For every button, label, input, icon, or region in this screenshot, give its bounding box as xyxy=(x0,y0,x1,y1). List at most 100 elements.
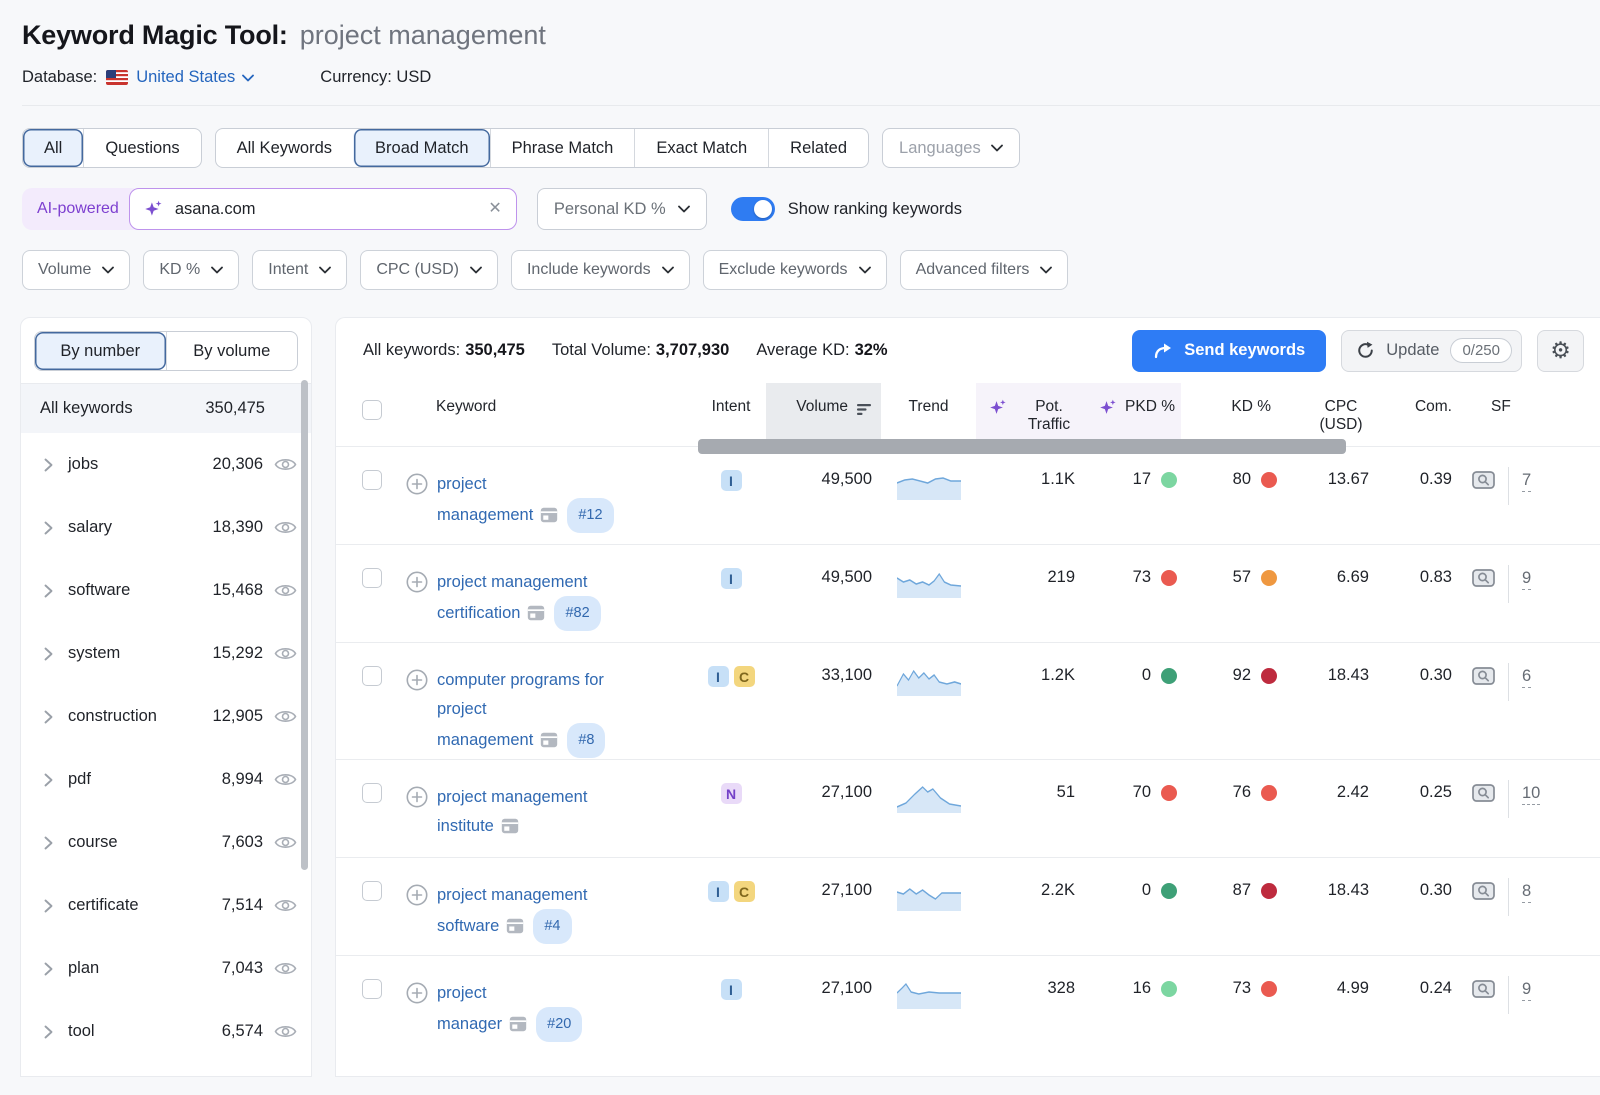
eye-icon[interactable] xyxy=(274,960,297,977)
keyword-link[interactable]: projectmanagement xyxy=(437,475,533,524)
sidebar-group-certificate[interactable]: certificate7,514 xyxy=(21,874,311,937)
rank-badge[interactable]: #12 xyxy=(567,498,613,533)
keyword-serp-icon[interactable] xyxy=(501,820,519,838)
pkd-value: 17 xyxy=(1133,470,1151,489)
col-kd[interactable]: KD % xyxy=(1181,383,1281,446)
stat-average-kd: Average KD:32% xyxy=(756,341,887,360)
row-checkbox[interactable] xyxy=(362,470,382,490)
col-keyword[interactable]: Keyword xyxy=(406,383,696,446)
keyword-serp-icon[interactable] xyxy=(527,607,545,625)
sidebar-group-software[interactable]: software15,468 xyxy=(21,559,311,622)
horizontal-scrollbar[interactable] xyxy=(698,439,1346,454)
serp-features-icon[interactable] xyxy=(1472,569,1495,588)
filter-advanced-filters[interactable]: Advanced filters xyxy=(900,250,1069,290)
add-keyword-icon[interactable] xyxy=(406,669,428,759)
sidebar-sort-by-number[interactable]: By number xyxy=(35,332,166,370)
rank-badge[interactable]: #82 xyxy=(554,596,600,631)
eye-icon[interactable] xyxy=(274,1023,297,1040)
eye-icon[interactable] xyxy=(274,771,297,788)
sidebar-group-jobs[interactable]: jobs20,306 xyxy=(21,433,311,496)
eye-icon[interactable] xyxy=(274,456,297,473)
sf-value[interactable]: 7 xyxy=(1522,470,1531,492)
add-keyword-icon[interactable] xyxy=(406,571,428,642)
tab-exact-match[interactable]: Exact Match xyxy=(634,129,768,167)
col-cpc[interactable]: CPC (USD) xyxy=(1281,383,1381,446)
row-checkbox[interactable] xyxy=(362,881,382,901)
row-checkbox[interactable] xyxy=(362,568,382,588)
filter-kd[interactable]: KD % xyxy=(143,250,239,290)
sidebar-group-salary[interactable]: salary18,390 xyxy=(21,496,311,559)
col-pkd[interactable]: PKD % xyxy=(1081,383,1181,446)
sidebar-scrollbar[interactable] xyxy=(301,380,308,870)
show-ranking-keywords-toggle[interactable] xyxy=(731,197,775,221)
row-checkbox[interactable] xyxy=(362,783,382,803)
keyword-serp-icon[interactable] xyxy=(509,1018,527,1036)
rank-badge[interactable]: #20 xyxy=(536,1007,582,1042)
sf-value[interactable]: 8 xyxy=(1522,881,1531,903)
pkd-cell: 0 xyxy=(1081,858,1181,955)
domain-search-input[interactable]: asana.com ✕ xyxy=(129,188,517,230)
sf-value[interactable]: 9 xyxy=(1522,979,1531,1001)
serp-features-icon[interactable] xyxy=(1472,471,1495,490)
serp-features-icon[interactable] xyxy=(1472,667,1495,686)
tab-questions[interactable]: Questions xyxy=(83,129,200,167)
col-trend[interactable]: Trend xyxy=(881,383,976,446)
eye-icon[interactable] xyxy=(274,645,297,662)
all-keywords-row[interactable]: All keywords 350,475 xyxy=(21,383,311,433)
tab-broad-match[interactable]: Broad Match xyxy=(353,129,490,167)
filter-intent[interactable]: Intent xyxy=(252,250,347,290)
sidebar-group-pdf[interactable]: pdf8,994 xyxy=(21,748,311,811)
add-keyword-icon[interactable] xyxy=(406,982,428,1053)
filter-include-keywords[interactable]: Include keywords xyxy=(511,250,690,290)
col-volume[interactable]: Volume xyxy=(766,383,881,446)
serp-features-icon[interactable] xyxy=(1472,882,1495,901)
database-selector[interactable]: United States xyxy=(136,68,254,87)
col-sf[interactable]: SF xyxy=(1459,383,1600,446)
filter-volume[interactable]: Volume xyxy=(22,250,130,290)
tab-related[interactable]: Related xyxy=(768,129,868,167)
row-checkbox[interactable] xyxy=(362,979,382,999)
eye-icon[interactable] xyxy=(274,834,297,851)
add-keyword-icon[interactable] xyxy=(406,473,428,544)
keyword-serp-icon[interactable] xyxy=(540,509,558,527)
filter-exclude-keywords[interactable]: Exclude keywords xyxy=(703,250,887,290)
personal-kd-dropdown[interactable]: Personal KD % xyxy=(537,188,707,230)
select-all-checkbox[interactable] xyxy=(362,400,382,420)
col-intent[interactable]: Intent xyxy=(696,383,766,446)
sf-value[interactable]: 6 xyxy=(1522,666,1531,688)
keyword-serp-icon[interactable] xyxy=(506,920,524,938)
table-row: project managementsoftware#4 IC 27,100 2… xyxy=(336,857,1600,955)
serp-features-icon[interactable] xyxy=(1472,784,1495,803)
row-checkbox[interactable] xyxy=(362,666,382,686)
clear-search-icon[interactable]: ✕ xyxy=(488,201,501,217)
rank-badge[interactable]: #8 xyxy=(567,723,605,758)
eye-icon[interactable] xyxy=(274,519,297,536)
eye-icon[interactable] xyxy=(274,708,297,725)
tab-all[interactable]: All xyxy=(23,129,83,167)
tab-phrase-match[interactable]: Phrase Match xyxy=(490,129,635,167)
eye-icon[interactable] xyxy=(274,897,297,914)
rank-badge[interactable]: #4 xyxy=(533,909,571,944)
tab-all-keywords[interactable]: All Keywords xyxy=(216,129,353,167)
sidebar-group-plan[interactable]: plan7,043 xyxy=(21,937,311,1000)
sf-value[interactable]: 10 xyxy=(1522,783,1540,805)
col-pot-traffic[interactable]: Pot. Traffic xyxy=(976,383,1081,446)
keyword-serp-icon[interactable] xyxy=(540,734,558,752)
send-keywords-button[interactable]: Send keywords xyxy=(1132,330,1326,372)
table-settings-button[interactable]: ⚙ xyxy=(1537,330,1584,372)
sidebar-group-course[interactable]: course7,603 xyxy=(21,811,311,874)
add-keyword-icon[interactable] xyxy=(406,786,428,857)
languages-dropdown[interactable]: Languages xyxy=(882,128,1020,168)
keyword-link[interactable]: projectmanager xyxy=(437,984,502,1033)
col-com[interactable]: Com. xyxy=(1381,383,1459,446)
update-button[interactable]: Update 0/250 xyxy=(1341,330,1522,372)
serp-features-icon[interactable] xyxy=(1472,980,1495,999)
sidebar-group-construction[interactable]: construction12,905 xyxy=(21,685,311,748)
filter-cpc-usd[interactable]: CPC (USD) xyxy=(360,250,498,290)
sidebar-sort-by-volume[interactable]: By volume xyxy=(166,332,298,370)
sidebar-group-system[interactable]: system15,292 xyxy=(21,622,311,685)
add-keyword-icon[interactable] xyxy=(406,884,428,955)
sf-value[interactable]: 9 xyxy=(1522,568,1531,590)
eye-icon[interactable] xyxy=(274,582,297,599)
sidebar-group-tool[interactable]: tool6,574 xyxy=(21,1000,311,1063)
